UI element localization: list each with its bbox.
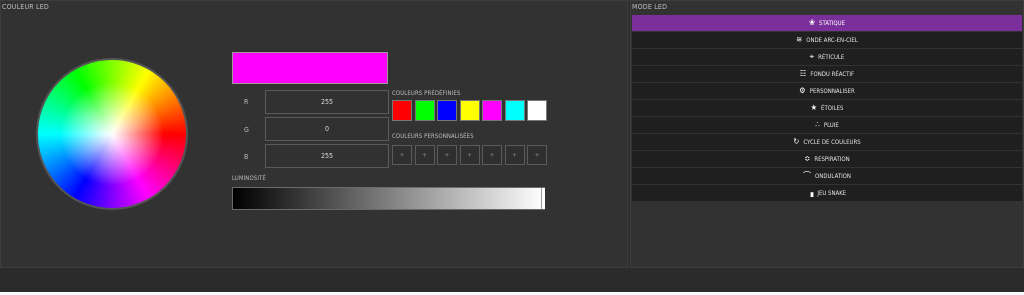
mode-item[interactable]: ≎ RESPIRATION (632, 151, 1022, 167)
custom-colors-label: COULEURS PERSONNALISÉES (392, 133, 474, 140)
mode-item[interactable]: ★ ÉTOILES (632, 100, 1022, 116)
mode-label: RÉTICULE (818, 53, 845, 61)
crosshair-icon: ⌖ (809, 52, 815, 61)
preset-color-swatch[interactable] (504, 100, 525, 121)
custom-color-slot[interactable]: + (437, 145, 457, 165)
mode-item[interactable]: ∴ PLUIE (632, 117, 1022, 133)
brightness-slider[interactable] (232, 187, 545, 210)
mode-label: RESPIRATION (814, 155, 850, 163)
preset-color-swatch[interactable] (527, 100, 547, 121)
rainbow-icon: ≋ (796, 35, 803, 44)
bottom-area (0, 268, 1024, 295)
palette-icon: ❀ (808, 18, 816, 27)
custom-color-slot[interactable]: + (414, 145, 435, 165)
custom-color-slot[interactable]: + (392, 145, 412, 165)
brightness-label: LUMINOSITÉ (232, 175, 266, 182)
breathing-icon: ≎ (804, 154, 811, 163)
preset-color-swatch[interactable] (459, 100, 480, 121)
led-color-title: COULEUR LED (2, 3, 49, 11)
custom-color-slot[interactable]: + (459, 145, 480, 165)
cycle-icon: ↻ (793, 137, 800, 146)
mode-label: PLUIE (823, 121, 839, 129)
rain-icon: ∴ (815, 120, 820, 129)
preset-color-swatch[interactable] (414, 100, 435, 121)
mode-label: PERSONNALISER (809, 87, 855, 95)
mode-item[interactable]: ≋ ONDE ARC-EN-CIEL (632, 32, 1022, 48)
color-wheel[interactable] (36, 58, 188, 210)
b-label: B (244, 153, 249, 161)
keyboard-fade-icon: ☷ (799, 69, 807, 78)
mode-item[interactable]: ❀ STATIQUE (632, 15, 1022, 31)
led-mode-title: MODE LED (632, 3, 668, 11)
brightness-handle[interactable] (541, 188, 545, 209)
snake-icon: ▗ (807, 188, 814, 197)
mode-label: ONDULATION (815, 172, 851, 180)
mode-item[interactable]: ↻ CYCLE DE COULEURS (632, 134, 1022, 150)
b-input[interactable]: 255 (265, 144, 389, 168)
mode-label: FONDU RÉACTIF (810, 70, 855, 78)
g-label: G (244, 126, 249, 134)
mode-item[interactable]: ⌒ ONDULATION (632, 168, 1022, 184)
mode-item[interactable]: ⚙ PERSONNALISER (632, 83, 1022, 99)
preset-colors-label: COULEURS PRÉDÉFINIES (392, 90, 461, 97)
custom-color-slot[interactable]: + (504, 145, 525, 165)
current-color-swatch (232, 52, 388, 84)
mode-label: STATIQUE (819, 19, 845, 27)
mode-item[interactable]: ▗ JEU SNAKE (632, 185, 1022, 201)
star-icon: ★ (810, 103, 818, 112)
r-label: R (244, 98, 249, 106)
ripple-icon: ⌒ (803, 171, 812, 180)
mode-item[interactable]: ☷ FONDU RÉACTIF (632, 66, 1022, 82)
preset-color-swatch[interactable] (437, 100, 457, 121)
mode-label: ONDE ARC-EN-CIEL (806, 36, 858, 44)
custom-color-slot[interactable]: + (482, 145, 502, 165)
mode-item[interactable]: ⌖ RÉTICULE (632, 49, 1022, 65)
custom-color-slot[interactable]: + (527, 145, 547, 165)
g-input[interactable]: 0 (265, 117, 389, 141)
mode-list: ❀ STATIQUE ≋ ONDE ARC-EN-CIEL ⌖ RÉTICULE ☷ FOND… (632, 15, 1022, 202)
mode-label: JEU SNAKE (817, 189, 847, 197)
preset-color-swatch[interactable] (392, 100, 412, 121)
mode-label: CYCLE DE COULEURS (803, 138, 861, 146)
gear-icon: ⚙ (799, 86, 806, 95)
mode-label: ÉTOILES (821, 104, 844, 112)
preset-color-swatch[interactable] (482, 100, 502, 121)
r-input[interactable]: 255 (265, 90, 389, 114)
